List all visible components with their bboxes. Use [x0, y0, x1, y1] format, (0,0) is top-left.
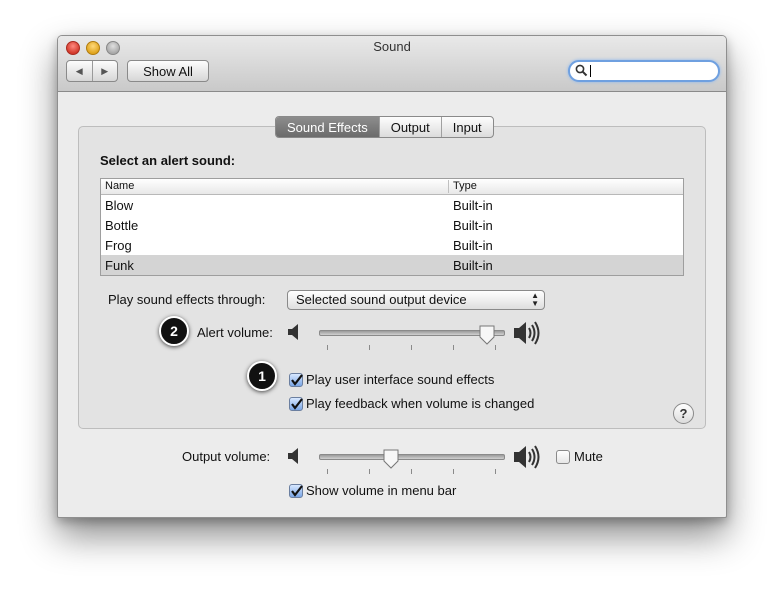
table-row[interactable]: Bottle Built-in	[101, 215, 683, 235]
slider-tick	[327, 345, 328, 350]
text-caret	[590, 65, 591, 77]
show-volume-checkbox[interactable]	[289, 484, 303, 498]
tab-input[interactable]: Input	[442, 117, 493, 137]
column-header-type[interactable]: Type	[453, 180, 477, 192]
row-name: Funk	[105, 258, 134, 273]
mute-label[interactable]: Mute	[574, 449, 603, 464]
slider-tick	[411, 469, 412, 474]
back-forward-control: ◀ ▶	[66, 60, 118, 82]
slider-tick	[369, 345, 370, 350]
row-type: Built-in	[453, 218, 493, 233]
slider-track	[319, 454, 505, 460]
popup-value: Selected sound output device	[296, 292, 467, 307]
forward-icon[interactable]: ▶	[93, 61, 118, 81]
row-name: Blow	[105, 198, 134, 213]
alert-sound-heading: Select an alert sound:	[100, 153, 236, 168]
annotation-badge-1: 1	[247, 361, 277, 391]
tab-output[interactable]: Output	[380, 117, 442, 137]
feedback-checkbox[interactable]	[289, 397, 303, 411]
alert-volume-label: Alert volume:	[197, 325, 273, 340]
slider-tick	[369, 469, 370, 474]
help-button[interactable]: ?	[673, 403, 694, 424]
slider-track	[319, 330, 505, 336]
mute-checkbox[interactable]	[556, 450, 570, 464]
show-volume-label[interactable]: Show volume in menu bar	[306, 483, 456, 498]
slider-tick	[495, 469, 496, 474]
table-header: Name Type	[101, 179, 683, 195]
slider-tick	[453, 469, 454, 474]
speaker-low-icon[interactable]	[287, 447, 303, 465]
titlebar: Sound ◀ ▶ Show All	[58, 36, 726, 92]
table-row[interactable]: Frog Built-in	[101, 235, 683, 255]
speaker-high-icon[interactable]	[513, 443, 543, 471]
row-type: Built-in	[453, 238, 493, 253]
column-header-name[interactable]: Name	[105, 180, 134, 192]
slider-thumb[interactable]	[479, 325, 495, 345]
ui-sounds-label[interactable]: Play user interface sound effects	[306, 372, 494, 387]
slider-tick	[327, 469, 328, 474]
feedback-label[interactable]: Play feedback when volume is changed	[306, 396, 534, 411]
speaker-high-icon[interactable]	[513, 319, 543, 347]
table-row-selected[interactable]: Funk Built-in	[101, 255, 683, 275]
tab-sound-effects[interactable]: Sound Effects	[276, 117, 380, 137]
column-divider	[448, 180, 449, 193]
show-all-button[interactable]: Show All	[127, 60, 209, 82]
alert-sound-table[interactable]: Name Type Blow Built-in Bottle Built-in …	[100, 178, 684, 276]
slider-tick	[411, 345, 412, 350]
popup-arrows-icon: ▲ ▼	[531, 291, 539, 308]
checkmark-icon	[291, 374, 303, 386]
row-name: Frog	[105, 238, 132, 253]
output-device-popup[interactable]: Selected sound output device ▲ ▼	[287, 290, 545, 310]
play-through-label: Play sound effects through:	[108, 292, 266, 307]
row-name: Bottle	[105, 218, 139, 233]
help-icon: ?	[679, 406, 688, 421]
slider-tick	[495, 345, 496, 350]
row-type: Built-in	[453, 258, 493, 273]
search-input[interactable]	[568, 60, 720, 82]
annotation-badge-2: 2	[159, 316, 189, 346]
speaker-low-icon[interactable]	[287, 323, 303, 341]
search-icon	[575, 64, 588, 77]
back-icon[interactable]: ◀	[67, 61, 93, 81]
row-type: Built-in	[453, 198, 493, 213]
ui-sounds-checkbox[interactable]	[289, 373, 303, 387]
alert-volume-slider[interactable]	[319, 325, 505, 351]
output-volume-slider[interactable]	[319, 449, 505, 475]
checkmark-icon	[291, 485, 303, 497]
output-volume-label: Output volume:	[182, 449, 271, 464]
checkmark-icon	[291, 398, 303, 410]
slider-tick	[453, 345, 454, 350]
slider-thumb[interactable]	[383, 449, 399, 469]
window-title: Sound	[373, 39, 411, 54]
tab-bar: Sound Effects Output Input	[275, 116, 494, 138]
sound-window: Sound ◀ ▶ Show All Sound Effects Output …	[57, 35, 727, 518]
table-row[interactable]: Blow Built-in	[101, 195, 683, 215]
